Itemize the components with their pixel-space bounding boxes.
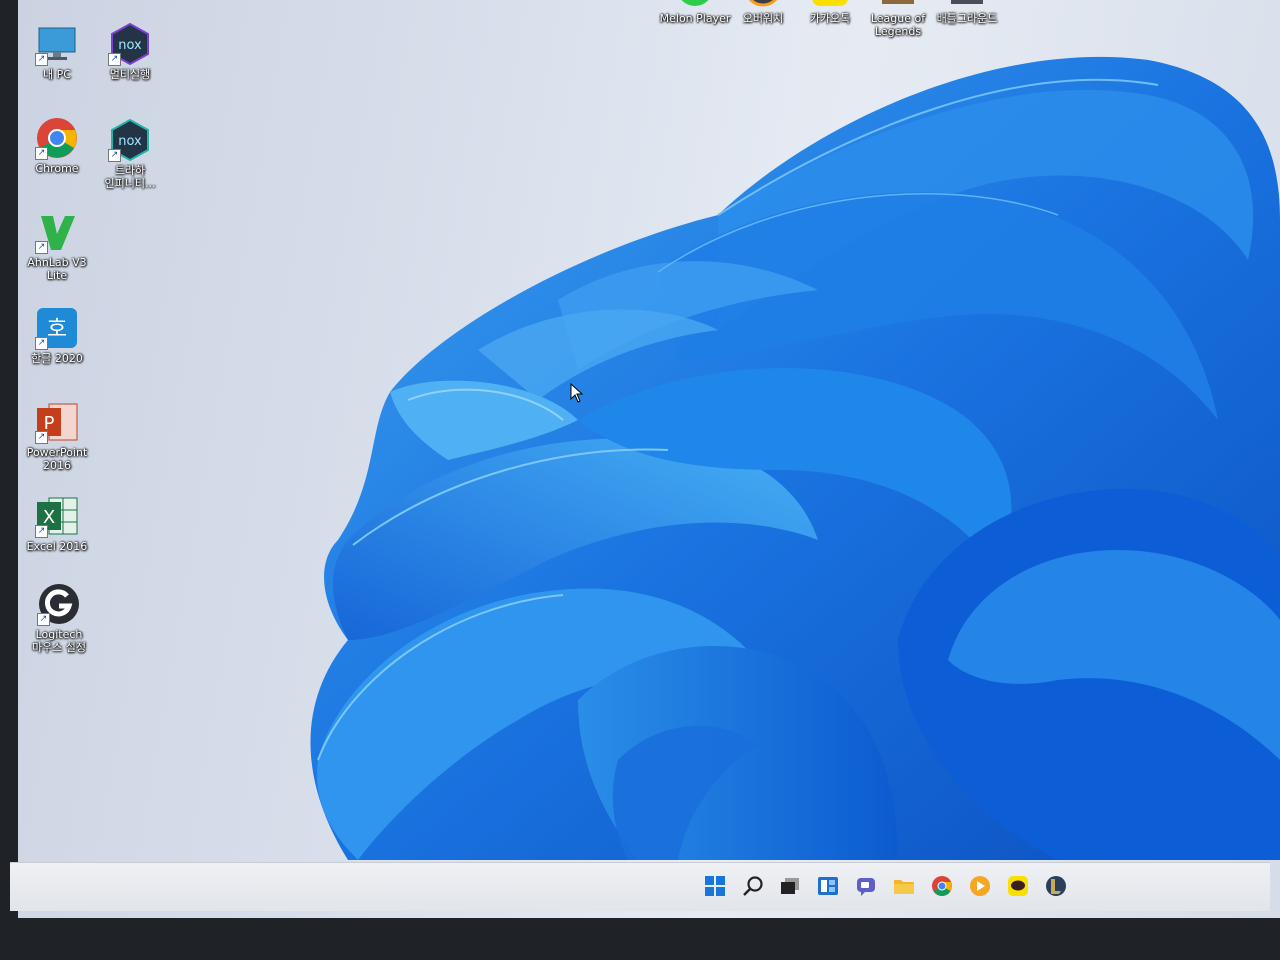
desktop-icon-nox-game[interactable]: nox ↗ 트라하 인피니티... xyxy=(91,118,169,190)
shortcut-arrow-icon: ↗ xyxy=(35,53,48,66)
task-view-icon xyxy=(781,878,799,894)
taskbar-chrome-button[interactable] xyxy=(927,871,957,901)
desktop-icon-league-of-legends[interactable]: League of Legends xyxy=(859,0,937,38)
shortcut-arrow-icon: ↗ xyxy=(35,147,48,160)
desktop-icon-hangul[interactable]: 호 ↗ 한글 2020 xyxy=(18,306,96,365)
league-of-legends-icon xyxy=(876,0,920,10)
media-player-button[interactable] xyxy=(965,871,995,901)
svg-text:호: 호 xyxy=(47,317,67,342)
widgets-icon xyxy=(818,877,838,895)
nox-icon: nox ↗ xyxy=(108,118,152,162)
kakaotalk-taskbar-button[interactable] xyxy=(1003,871,1033,901)
windows-start-icon xyxy=(705,876,725,896)
shortcut-arrow-icon: ↗ xyxy=(108,53,121,66)
task-view-button[interactable] xyxy=(775,871,805,901)
kakaotalk-icon xyxy=(808,0,852,10)
desktop-icon-label: Melon Player xyxy=(659,12,731,25)
desktop-icon-melon[interactable]: Melon Player xyxy=(656,0,734,25)
search-icon xyxy=(743,876,763,896)
league-of-legends-taskbar-button[interactable] xyxy=(1041,871,1071,901)
desktop-icon-label: 멀티실행 xyxy=(109,68,151,81)
overwatch-icon xyxy=(741,0,785,10)
chrome-icon: ↗ xyxy=(35,116,79,160)
mouse-cursor-icon xyxy=(570,383,584,403)
shortcut-arrow-icon: ↗ xyxy=(35,525,48,538)
desktop-icon-label: AhnLab V3 Lite xyxy=(27,256,87,282)
desktop-icon-label: 내 PC xyxy=(43,68,71,81)
desktop-icon-excel[interactable]: X ↗ Excel 2016 xyxy=(18,494,96,553)
search-button[interactable] xyxy=(738,871,768,901)
desktop-icon-battlegrounds[interactable]: 배틀그라운드 xyxy=(928,0,1006,25)
ahnlab-icon: ↗ xyxy=(35,210,79,254)
desktop-icon-label: Chrome xyxy=(35,162,79,175)
desktop-screen: ↗ 내 PC nox ↗ 멀티실행 ↗ Chrome nox ↗ 트라하 인피니… xyxy=(18,0,1280,918)
desktop-icon-label: 트라하 인피니티... xyxy=(104,164,156,190)
desktop-icon-powerpoint[interactable]: P ↗ PowerPoint 2016 xyxy=(18,400,96,472)
chat-button[interactable] xyxy=(851,871,881,901)
file-explorer-button[interactable] xyxy=(889,871,919,901)
battlegrounds-icon xyxy=(945,0,989,10)
shortcut-arrow-icon: ↗ xyxy=(108,149,121,162)
desktop-icon-label: 배틀그라운드 xyxy=(936,12,998,25)
desktop-icon-label: League of Legends xyxy=(870,12,926,38)
svg-text:nox: nox xyxy=(118,38,142,53)
desktop-icon-label: 카카오톡 xyxy=(809,12,851,25)
shortcut-arrow-icon: ↗ xyxy=(35,241,48,254)
desktop-icon-kakaotalk[interactable]: 카카오톡 xyxy=(791,0,869,25)
kakaotalk-icon xyxy=(1008,876,1028,896)
excel-icon: X ↗ xyxy=(35,494,79,538)
hangul-icon: 호 ↗ xyxy=(35,306,79,350)
powerpoint-icon: P ↗ xyxy=(35,400,79,444)
media-player-icon xyxy=(970,876,990,896)
widgets-button[interactable] xyxy=(813,871,843,901)
desktop-icon-label: 한글 2020 xyxy=(31,352,83,365)
taskbar xyxy=(10,862,1270,911)
desktop-icon-label: PowerPoint 2016 xyxy=(26,446,88,472)
desktop-icon-logitech[interactable]: ↗ Logitech 마우스 설정 xyxy=(20,582,98,654)
shortcut-arrow-icon: ↗ xyxy=(35,337,48,350)
logitech-icon: ↗ xyxy=(37,582,81,626)
desktop-icon-label: Excel 2016 xyxy=(26,540,88,553)
desktop-icon-ahnlab[interactable]: ↗ AhnLab V3 Lite xyxy=(18,210,96,282)
chrome-icon xyxy=(932,876,952,896)
start-button[interactable] xyxy=(700,871,730,901)
shortcut-arrow-icon: ↗ xyxy=(37,613,50,626)
melon-icon xyxy=(673,0,717,10)
svg-text:nox: nox xyxy=(118,134,142,149)
desktop-icon-chrome[interactable]: ↗ Chrome xyxy=(18,116,96,175)
desktop-icon-nox-multi[interactable]: nox ↗ 멀티실행 xyxy=(91,22,169,81)
league-of-legends-icon xyxy=(1046,876,1066,896)
nox-icon: nox ↗ xyxy=(108,22,152,66)
shortcut-arrow-icon: ↗ xyxy=(35,431,48,444)
desktop-icon-label: Logitech 마우스 설정 xyxy=(31,628,87,654)
teams-chat-icon xyxy=(857,878,875,896)
monitor-icon: ↗ xyxy=(35,22,79,66)
file-explorer-icon xyxy=(894,880,914,894)
wallpaper-bloom xyxy=(310,56,1280,861)
desktop-icon-my-pc[interactable]: ↗ 내 PC xyxy=(18,22,96,81)
